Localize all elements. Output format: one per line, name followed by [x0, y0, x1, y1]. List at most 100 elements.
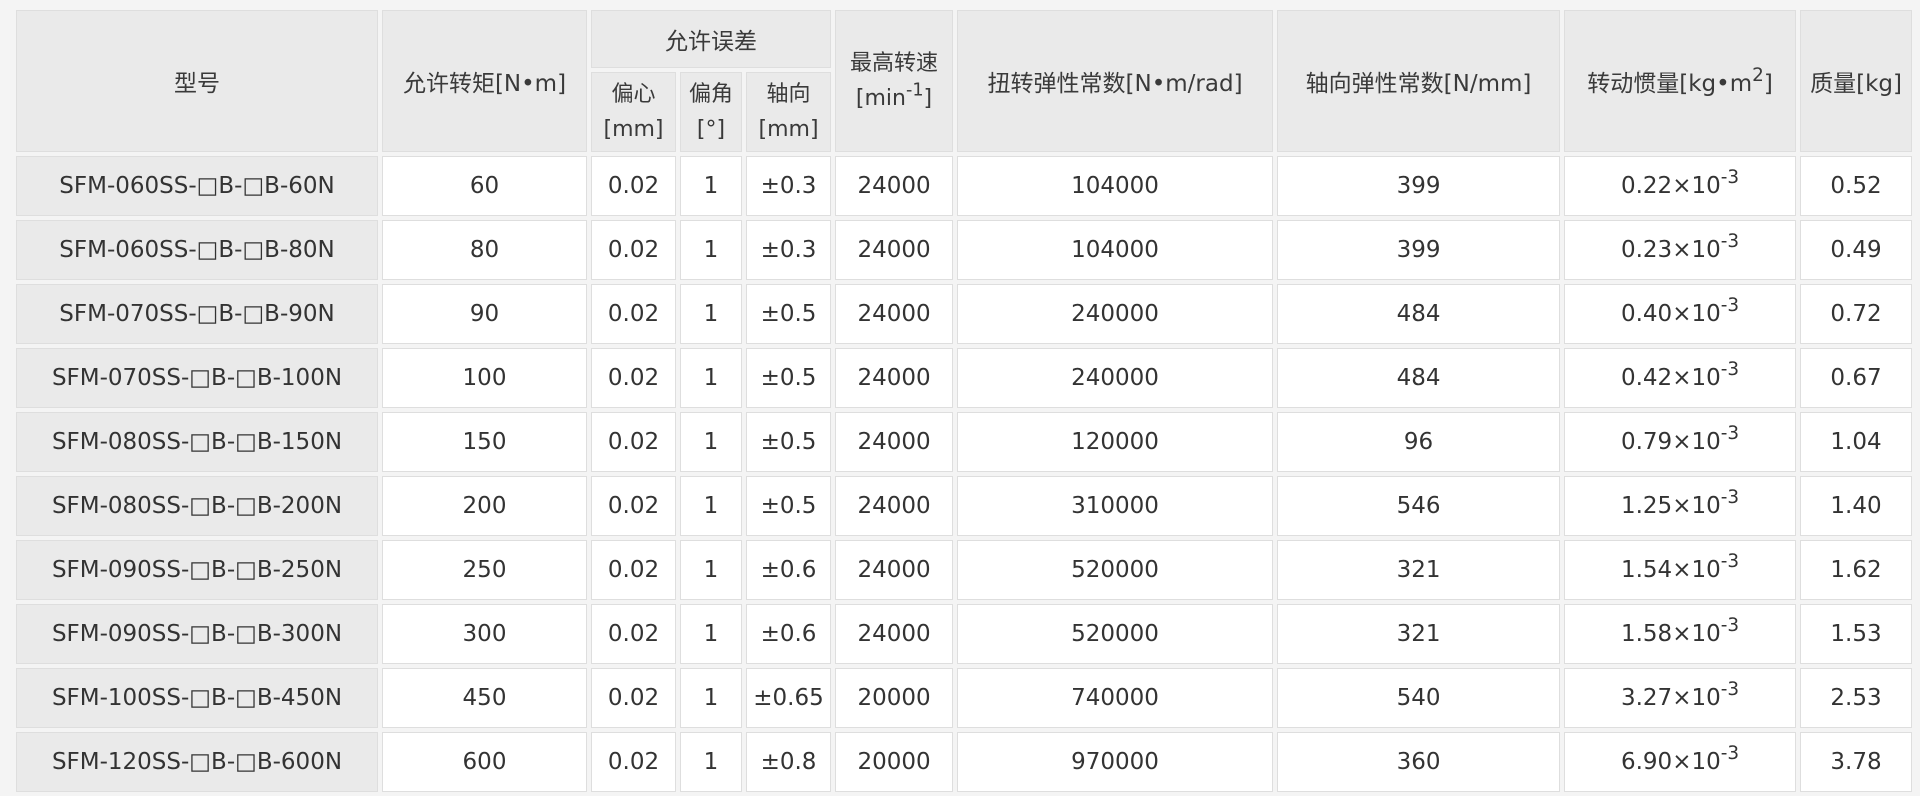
cell-inertia: 1.25×10-3 [1564, 476, 1797, 536]
header-eccentric: 偏心 [mm] [591, 72, 676, 152]
cell-inertia-exponent: -3 [1720, 678, 1740, 700]
cell-inertia: 0.22×10-3 [1564, 156, 1797, 216]
cell-speed: 24000 [835, 284, 954, 344]
cell-torque: 600 [382, 732, 587, 792]
cell-angle: 1 [680, 220, 742, 280]
cell-angle: 1 [680, 540, 742, 600]
cell-torque: 80 [382, 220, 587, 280]
table-row: SFM-060SS-□B-□B-80N 80 0.02 1 ±0.3 24000… [16, 220, 1913, 280]
cell-torque: 100 [382, 348, 587, 408]
header-model: 型号 [16, 10, 378, 152]
cell-inertia-mantissa: 3.27×10 [1620, 685, 1721, 711]
cell-inertia: 0.79×10-3 [1564, 412, 1797, 472]
cell-inertia-exponent: -3 [1720, 230, 1740, 252]
table-row: SFM-090SS-□B-□B-300N 300 0.02 1 ±0.6 240… [16, 604, 1913, 664]
cell-angle: 1 [680, 348, 742, 408]
cell-axial-stiffness: 540 [1277, 668, 1561, 728]
cell-axial-stiffness: 360 [1277, 732, 1561, 792]
cell-speed: 20000 [835, 732, 954, 792]
header-eccentric-name: 偏心 [611, 82, 656, 107]
cell-eccentric: 0.02 [591, 540, 676, 600]
cell-torsional: 740000 [957, 668, 1274, 728]
cell-torsional: 120000 [957, 412, 1274, 472]
header-max-speed-name: 最高转速 [850, 51, 939, 76]
cell-torsional: 310000 [957, 476, 1274, 536]
cell-eccentric: 0.02 [591, 604, 676, 664]
table-row: SFM-100SS-□B-□B-450N 450 0.02 1 ±0.65 20… [16, 668, 1913, 728]
table-header: 型号 允许转矩[N•m] 允许误差 最高转速 [min-1] 扭转弹性常数[N•… [16, 10, 1913, 152]
table-row: SFM-070SS-□B-□B-90N 90 0.02 1 ±0.5 24000… [16, 284, 1913, 344]
cell-speed: 24000 [835, 540, 954, 600]
cell-model: SFM-080SS-□B-□B-150N [16, 412, 378, 472]
cell-inertia-exponent: -3 [1720, 550, 1740, 572]
header-angle-unit: [°] [696, 117, 726, 142]
table-row: SFM-120SS-□B-□B-600N 600 0.02 1 ±0.8 200… [16, 732, 1913, 792]
cell-axial-stiffness: 546 [1277, 476, 1561, 536]
header-max-speed-unit-base: [min [855, 86, 906, 111]
cell-inertia-mantissa: 6.90×10 [1620, 749, 1721, 775]
cell-angle: 1 [680, 156, 742, 216]
cell-inertia-exponent: -3 [1720, 742, 1740, 764]
cell-eccentric: 0.02 [591, 220, 676, 280]
spec-table: 型号 允许转矩[N•m] 允许误差 最高转速 [min-1] 扭转弹性常数[N•… [12, 6, 1916, 796]
cell-torsional: 240000 [957, 348, 1274, 408]
cell-model: SFM-070SS-□B-□B-90N [16, 284, 378, 344]
cell-model: SFM-080SS-□B-□B-200N [16, 476, 378, 536]
cell-mass: 0.49 [1800, 220, 1913, 280]
cell-mass: 1.40 [1800, 476, 1913, 536]
cell-torsional: 104000 [957, 156, 1274, 216]
cell-angle: 1 [680, 476, 742, 536]
cell-torsional: 520000 [957, 540, 1274, 600]
cell-eccentric: 0.02 [591, 156, 676, 216]
cell-axial: ±0.3 [746, 156, 832, 216]
cell-inertia: 3.27×10-3 [1564, 668, 1797, 728]
cell-axial-stiffness: 484 [1277, 348, 1561, 408]
header-axial-unit: [mm] [758, 117, 819, 142]
cell-axial: ±0.6 [746, 540, 832, 600]
cell-inertia-exponent: -3 [1720, 614, 1740, 636]
cell-inertia-mantissa: 0.79×10 [1620, 429, 1721, 455]
cell-torque: 150 [382, 412, 587, 472]
cell-torque: 300 [382, 604, 587, 664]
cell-axial: ±0.65 [746, 668, 832, 728]
header-tolerance-group: 允许误差 [591, 10, 832, 68]
cell-axial-stiffness: 484 [1277, 284, 1561, 344]
cell-speed: 24000 [835, 156, 954, 216]
header-inertia-close: ] [1763, 71, 1773, 97]
table-row: SFM-070SS-□B-□B-100N 100 0.02 1 ±0.5 240… [16, 348, 1913, 408]
cell-inertia-exponent: -3 [1720, 486, 1740, 508]
cell-inertia-mantissa: 0.40×10 [1620, 301, 1721, 327]
cell-axial: ±0.6 [746, 604, 832, 664]
header-max-speed: 最高转速 [min-1] [835, 10, 954, 152]
cell-mass: 3.78 [1800, 732, 1913, 792]
cell-inertia-mantissa: 0.22×10 [1620, 173, 1721, 199]
cell-eccentric: 0.02 [591, 284, 676, 344]
header-max-speed-unit-close: ] [923, 86, 933, 111]
cell-speed: 24000 [835, 476, 954, 536]
cell-eccentric: 0.02 [591, 732, 676, 792]
cell-eccentric: 0.02 [591, 348, 676, 408]
cell-mass: 0.67 [1800, 348, 1913, 408]
cell-angle: 1 [680, 732, 742, 792]
cell-angle: 1 [680, 604, 742, 664]
header-torsional-stiffness: 扭转弹性常数[N•m/rad] [957, 10, 1274, 152]
cell-inertia-exponent: -3 [1720, 294, 1740, 316]
header-angle-name: 偏角 [688, 82, 733, 107]
cell-model: SFM-070SS-□B-□B-100N [16, 348, 378, 408]
cell-angle: 1 [680, 668, 742, 728]
cell-model: SFM-090SS-□B-□B-300N [16, 604, 378, 664]
cell-inertia: 0.40×10-3 [1564, 284, 1797, 344]
table-row: SFM-090SS-□B-□B-250N 250 0.02 1 ±0.6 240… [16, 540, 1913, 600]
header-inertia: 转动惯量[kg•m2] [1564, 10, 1797, 152]
cell-axial: ±0.8 [746, 732, 832, 792]
cell-torque: 200 [382, 476, 587, 536]
cell-torque: 90 [382, 284, 587, 344]
header-angle: 偏角 [°] [680, 72, 742, 152]
cell-model: SFM-060SS-□B-□B-80N [16, 220, 378, 280]
cell-axial: ±0.5 [746, 476, 832, 536]
cell-speed: 24000 [835, 604, 954, 664]
cell-inertia-mantissa: 0.23×10 [1620, 237, 1721, 263]
cell-mass: 1.62 [1800, 540, 1913, 600]
cell-axial: ±0.5 [746, 348, 832, 408]
cell-torque: 60 [382, 156, 587, 216]
